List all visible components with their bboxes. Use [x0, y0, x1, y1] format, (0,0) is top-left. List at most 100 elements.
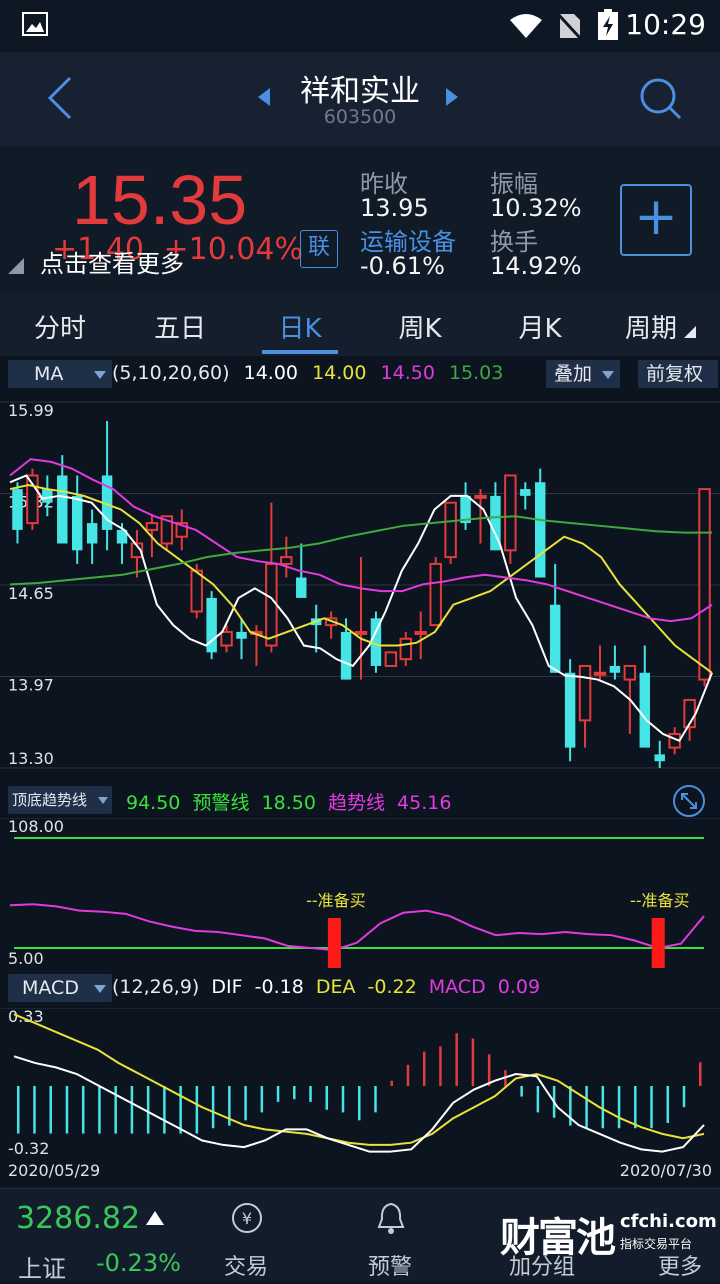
watermark-sub: 指标交易平台 [620, 1237, 693, 1251]
macd-bar-negative [211, 1086, 215, 1129]
candlestick-chart[interactable]: 15.9915.3214.6513.9713.30 [0, 394, 720, 784]
candle-up [698, 488, 711, 681]
candle-down [564, 672, 576, 748]
macd-bar-negative [585, 1086, 588, 1129]
macd-indicator: MACD [22, 977, 79, 999]
candle-up [220, 630, 233, 647]
ma-selector[interactable]: MA [8, 360, 112, 388]
ma-params: (5,10,20,60) [112, 362, 230, 384]
macd-bottom-label: -0.32 [8, 1139, 49, 1158]
overlay-selector[interactable]: 叠加 [546, 360, 620, 388]
candle-down [639, 672, 651, 748]
index-name: 上证 [18, 1255, 66, 1283]
candle-up [280, 556, 293, 565]
candle-down [520, 489, 531, 496]
link-badge[interactable]: 联 [300, 230, 338, 268]
candle-up [190, 569, 203, 613]
macd-chart[interactable]: 0.33 -0.32 2020/05/29 2020/07/30 [0, 1008, 720, 1186]
candle-down [57, 475, 68, 544]
watermark-url: cfchi.com [620, 1211, 717, 1232]
macd-label: MACD [428, 976, 486, 998]
candle-down [71, 495, 83, 551]
dif-value: -0.18 [254, 976, 304, 998]
watermark-logo: 财富池 [500, 1215, 616, 1261]
candle-down [12, 489, 23, 530]
macd-bar-negative [49, 1086, 52, 1134]
svg-text:¥: ¥ [242, 1209, 252, 1228]
overlay-label: 叠加 [554, 363, 593, 385]
nav-trade[interactable]: 交易 [206, 1249, 286, 1281]
macd-bar-positive [406, 1064, 410, 1086]
nav-alert[interactable]: 预警 [350, 1249, 430, 1281]
dropdown-icon [94, 985, 106, 993]
stock-code: 603500 [323, 106, 397, 128]
macd-bar-negative [650, 1086, 653, 1129]
alert-bell-icon[interactable] [376, 1201, 406, 1235]
candle-up [429, 562, 442, 627]
tab-five-day[interactable]: 五日 [140, 308, 220, 345]
dropdown-icon [98, 797, 108, 804]
macd-bar-negative [98, 1086, 101, 1134]
macd-bar-negative [17, 1086, 20, 1134]
macd-bar-negative [520, 1086, 523, 1097]
image-icon [22, 12, 48, 36]
buy-signal-bar [651, 918, 665, 968]
macd-bar-negative [260, 1086, 264, 1113]
tab-monthly-k[interactable]: 月K [500, 308, 580, 345]
status-time: 10:29 [625, 8, 706, 41]
macd-bar-positive [439, 1046, 442, 1086]
dif-label: DIF [211, 976, 243, 998]
candle-down [340, 631, 352, 680]
more-hint[interactable]: 点击查看更多 [40, 244, 184, 279]
trend-bottom-label: 5.00 [8, 949, 44, 968]
tab-intraday[interactable]: 分时 [20, 308, 100, 345]
wifi-icon [510, 14, 542, 38]
candle-up [474, 494, 487, 499]
period-dropdown-icon[interactable] [684, 326, 696, 338]
macd-bar-positive [699, 1062, 702, 1086]
tab-period[interactable]: 周期 [616, 308, 686, 345]
quote-panel[interactable]: 15.35 +1.40 +10.04% 点击查看更多 联 昨收 13.95 运输… [0, 146, 720, 292]
y-tick-label: 13.30 [8, 749, 54, 768]
candle-up [578, 664, 592, 722]
trend-legend-bar: 顶底趋势线 94.50 预警线 18.50 趋势线 45.16 [0, 782, 720, 818]
ma60-value: 15.03 [448, 362, 504, 384]
macd-bar-negative [276, 1086, 280, 1102]
last-price: 15.35 [72, 161, 248, 239]
y-tick-label: 15.99 [8, 401, 54, 420]
nav-more[interactable]: 更多 [640, 1249, 720, 1281]
y-tick-label: 14.65 [8, 584, 54, 603]
battery-charging-icon [598, 9, 618, 40]
macd-bar-negative [179, 1086, 182, 1134]
macd-bar-negative [65, 1086, 69, 1134]
trend-selector[interactable]: 顶底趋势线 [8, 786, 112, 814]
index-up-icon [146, 1211, 164, 1225]
add-watchlist-button[interactable]: + [620, 184, 692, 256]
trend-chart[interactable]: 108.00 5.00 --准备买 --准备买 [0, 818, 720, 968]
tab-weekly-k[interactable]: 周K [380, 308, 460, 345]
index-value[interactable]: 3286.82 [16, 1201, 140, 1236]
macd-bar-negative [146, 1086, 150, 1134]
macd-bar-negative [358, 1086, 361, 1121]
chart-area: MA (5,10,20,60) 14.00 14.00 14.50 15.03 … [0, 356, 720, 1186]
macd-bar-negative [163, 1086, 166, 1134]
stock-name: 祥和实业 [300, 74, 420, 109]
macd-bar-positive [471, 1038, 475, 1086]
amplitude-value: 10.32% [490, 194, 582, 222]
trend-line [9, 903, 705, 952]
expand-icon[interactable] [672, 784, 706, 818]
candle-up [504, 474, 517, 552]
adjust-button[interactable]: 前复权 [638, 360, 718, 388]
ma-legend: (5,10,20,60) 14.00 14.00 14.50 15.03 [112, 362, 503, 384]
next-stock-icon[interactable] [444, 88, 458, 106]
trade-icon[interactable]: ¥ [230, 1201, 264, 1235]
macd-bar-negative [617, 1086, 621, 1129]
candle-down [236, 631, 247, 639]
search-icon[interactable] [638, 76, 682, 120]
corner-triangle-icon [8, 258, 24, 274]
active-tab-indicator [262, 350, 338, 354]
change-percent: +10.04% [163, 232, 304, 267]
tab-daily-k[interactable]: 日K [260, 308, 340, 345]
macd-bar-negative [341, 1086, 345, 1113]
macd-selector[interactable]: MACD [8, 974, 112, 1002]
